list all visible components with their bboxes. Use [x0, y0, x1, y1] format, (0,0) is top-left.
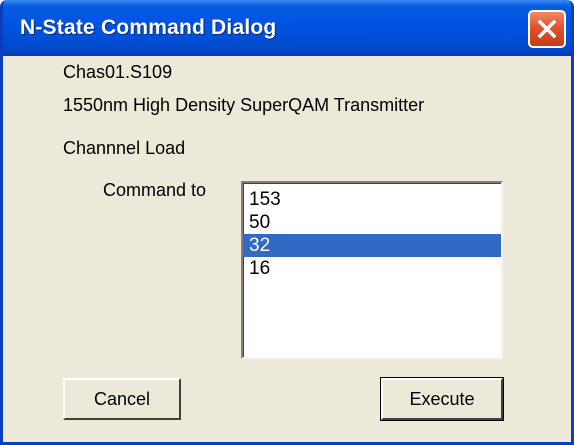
list-item[interactable]: 50 [243, 211, 501, 234]
list-item[interactable]: 153 [243, 188, 501, 211]
parameter-name: Channnel Load [63, 138, 186, 158]
dialog-window: N-State Command Dialog Chas01.S109 1550n… [0, 0, 574, 445]
list-item[interactable]: 16 [243, 257, 501, 280]
close-icon [536, 18, 558, 40]
window-title: N-State Command Dialog [20, 16, 277, 39]
list-item-selected[interactable]: 32 [243, 234, 501, 257]
execute-button[interactable]: Execute [380, 377, 504, 421]
cancel-button[interactable]: Cancel [63, 378, 181, 420]
title-bar[interactable]: N-State Command Dialog [3, 0, 571, 56]
device-name: Chas01.S109 [63, 62, 173, 82]
close-button[interactable] [528, 10, 566, 48]
command-listbox[interactable]: 153 50 32 16 [241, 181, 503, 359]
command-to-label: Command to [103, 180, 207, 200]
device-description: 1550nm High Density SuperQAM Transmitter [63, 95, 425, 115]
